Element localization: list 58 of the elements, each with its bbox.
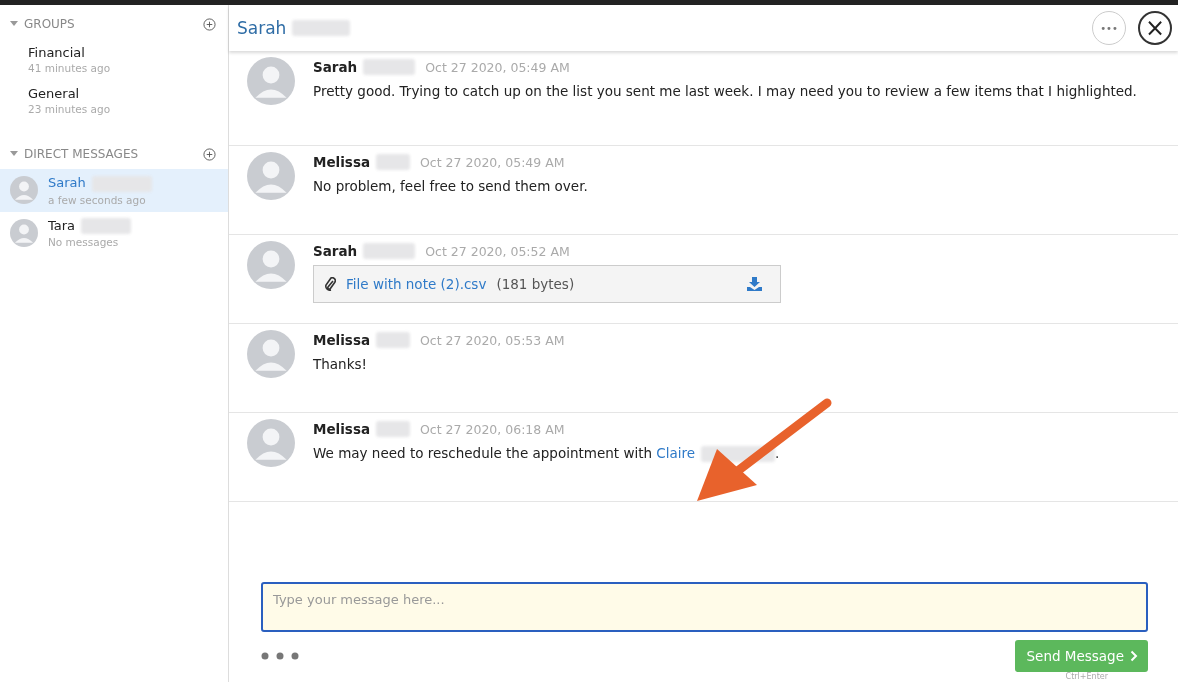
sender-name: Melissa <box>313 421 371 437</box>
chat-title: Sarah <box>237 18 287 38</box>
sender-name: Melissa <box>313 332 371 348</box>
message-time: Oct 27 2020, 06:18 AM <box>420 421 565 437</box>
section-heading: DIRECT MESSAGES <box>24 147 140 161</box>
conversation-item[interactable]: Financial 41 minutes ago <box>0 39 228 80</box>
sender-name: Sarah <box>313 59 358 75</box>
message-time: Oct 27 2020, 05:53 AM <box>420 332 565 348</box>
avatar-icon <box>247 57 295 105</box>
file-size: (181 bytes) <box>496 276 576 292</box>
conversation-item[interactable]: Sarah a few seconds ago <box>0 169 228 212</box>
conversation-item[interactable]: Tara No messages <box>0 211 228 254</box>
caret-icon[interactable] <box>10 21 18 27</box>
message-time: Oct 27 2020, 05:52 AM <box>425 243 570 259</box>
avatar-icon <box>247 241 295 289</box>
message-time: Oct 27 2020, 05:49 AM <box>420 154 565 170</box>
file-link[interactable]: File with note (2).csv <box>346 276 487 292</box>
sender-name: Sarah <box>313 243 358 259</box>
download-icon[interactable] <box>747 277 762 291</box>
send-message-button[interactable]: Send Message <box>1014 640 1148 672</box>
message-text: No problem, feel free to send them over. <box>313 178 588 194</box>
avatar-icon <box>10 176 38 205</box>
close-button[interactable]: × <box>1138 11 1172 45</box>
conversation-name: Sarah <box>48 175 86 190</box>
avatar-icon <box>10 218 38 247</box>
blurred-name <box>376 332 411 348</box>
blurred-name <box>376 421 411 437</box>
conversation-name: Financial <box>28 45 85 60</box>
conversation-time: 41 minutes ago <box>28 62 111 74</box>
add-icon[interactable] <box>203 17 216 31</box>
conversation-name: General <box>28 86 80 101</box>
chevron-right-icon <box>1130 650 1138 662</box>
caret-icon[interactable] <box>10 151 18 157</box>
avatar-icon <box>247 419 295 467</box>
message-time: Oct 27 2020, 05:49 AM <box>425 59 570 75</box>
message-text: Thanks! <box>313 356 368 372</box>
avatar-icon <box>247 330 295 378</box>
blurred-name <box>292 20 351 36</box>
blurred-name <box>363 59 416 75</box>
more-options-icon[interactable] <box>261 652 299 660</box>
paperclip-icon <box>324 277 336 291</box>
message-input[interactable]: Type your message here... <box>261 582 1148 632</box>
add-icon[interactable] <box>203 147 216 161</box>
blurred-name <box>363 243 416 259</box>
conversation-item[interactable]: General 23 minutes ago <box>0 80 228 121</box>
message-text: Pretty good. Trying to catch up on the list you sent me last week. I may need you to review a few items that I highlighted. <box>313 83 1137 99</box>
sender-name: Melissa <box>313 154 371 170</box>
section-heading: GROUPS <box>24 17 76 31</box>
blurred-name <box>376 154 411 170</box>
conversation-time: a few seconds ago <box>48 193 147 206</box>
blurred-name <box>81 218 132 234</box>
conversation-name: Tara <box>48 217 76 233</box>
more-button[interactable]: ••• <box>1092 11 1126 45</box>
conversation-time: No messages <box>48 236 120 248</box>
avatar-icon <box>247 152 295 200</box>
shortcut-hint: Ctrl+Enter <box>1064 672 1108 678</box>
conversation-time: 23 minutes ago <box>28 103 111 115</box>
mention-link[interactable]: Claire <box>656 445 696 461</box>
